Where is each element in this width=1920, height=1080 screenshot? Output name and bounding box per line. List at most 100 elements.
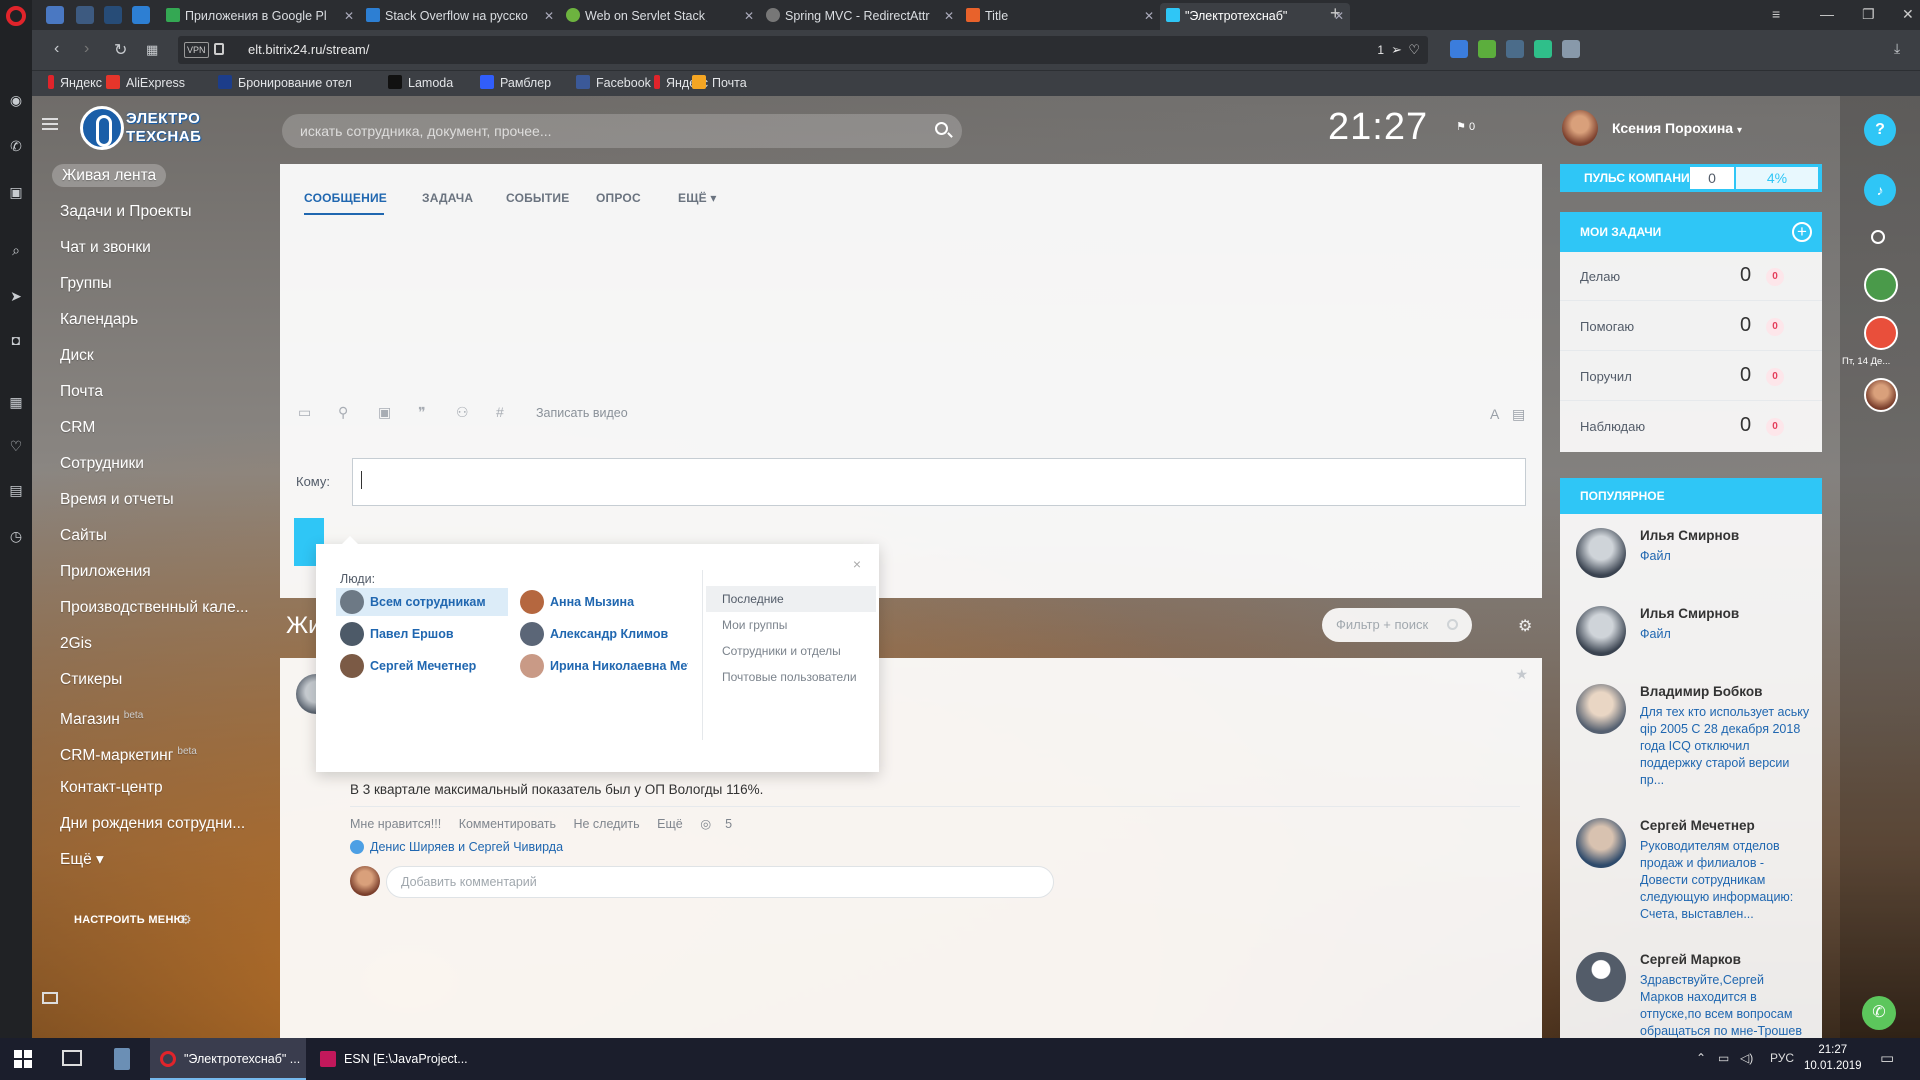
- taskbar-app-opera[interactable]: "Электротехснаб" ...: [150, 1038, 306, 1080]
- menu-item-employees[interactable]: Сотрудники: [52, 446, 272, 482]
- hashtag-icon[interactable]: #: [496, 404, 504, 420]
- person-pavel-ershov[interactable]: Павел Ершов: [336, 620, 508, 648]
- tray-chevron-icon[interactable]: ⌃: [1696, 1051, 1706, 1065]
- task-row-helping[interactable]: Помогаю 0 0: [1560, 302, 1822, 351]
- pinned-tab-4[interactable]: [132, 6, 150, 24]
- close-icon[interactable]: ✕: [344, 3, 354, 30]
- list-item[interactable]: Сергей Мечетнер Руководителям отделов пр…: [1576, 818, 1816, 928]
- whatsapp-icon[interactable]: ✆: [6, 136, 26, 156]
- menu-item-groups[interactable]: Группы: [52, 266, 272, 302]
- new-tab-button[interactable]: +: [1330, 3, 1341, 24]
- windows-start-icon[interactable]: [14, 1050, 32, 1068]
- star-icon[interactable]: ★: [1515, 666, 1528, 683]
- extension-icon-3[interactable]: [1534, 40, 1552, 58]
- search-icon[interactable]: [1447, 619, 1458, 630]
- speed-dial-icon[interactable]: ▦: [146, 42, 158, 58]
- close-icon[interactable]: ✕: [1144, 3, 1154, 30]
- opera-logo-icon[interactable]: [6, 6, 26, 26]
- search-icon[interactable]: ⌕: [6, 240, 26, 260]
- task-row-doing[interactable]: Делаю 0 0: [1560, 252, 1822, 301]
- calculator-icon[interactable]: [114, 1048, 130, 1070]
- avatar[interactable]: [1864, 378, 1898, 412]
- mention-icon[interactable]: ⚇: [456, 404, 469, 421]
- close-icon[interactable]: ✕: [544, 3, 554, 30]
- heart-icon[interactable]: ♡: [6, 436, 26, 456]
- menu-item-crm-marketing[interactable]: CRM-маркетинг beta: [52, 734, 272, 770]
- task-row-assigned[interactable]: Поручил 0 0: [1560, 352, 1822, 401]
- tab-poll[interactable]: ОПРОС: [596, 191, 641, 205]
- bookmark-aliexpress[interactable]: AliExpress: [106, 75, 185, 90]
- send-icon[interactable]: ➤: [6, 286, 26, 306]
- file-icon[interactable]: ▭: [298, 404, 311, 421]
- help-icon[interactable]: ?: [1864, 114, 1896, 146]
- restore-icon[interactable]: ❐: [1862, 6, 1875, 23]
- person-anna-myzina[interactable]: Анна Мызина: [516, 588, 688, 616]
- category-recent[interactable]: Последние: [706, 586, 876, 612]
- tab-elektrotehsnab[interactable]: "Электротехснаб" ✕: [1160, 3, 1350, 30]
- list-item[interactable]: Илья Смирнов Файл: [1576, 528, 1816, 588]
- feed-filter-input[interactable]: Фильтр + поиск: [1322, 608, 1472, 642]
- record-video-button[interactable]: Записать видео: [536, 406, 628, 420]
- tab-stackoverflow[interactable]: Stack Overflow на русско ✕: [360, 3, 560, 30]
- flag-counter[interactable]: ⚑ 0: [1456, 120, 1475, 133]
- company-logo[interactable]: ЭЛЕКТРО ТЕХСНАБ: [80, 106, 220, 152]
- tab-web-servlet[interactable]: Web on Servlet Stack ✕: [560, 3, 760, 30]
- search-icon[interactable]: [1871, 230, 1885, 244]
- window-close-icon[interactable]: ✕: [1902, 6, 1914, 23]
- bookmark-mail[interactable]: Почта: [692, 75, 747, 90]
- bookmark-lamoda[interactable]: Lamoda: [388, 75, 453, 90]
- apps-grid-icon[interactable]: ▦: [6, 392, 26, 412]
- network-icon[interactable]: ▭: [1718, 1051, 1729, 1065]
- bookmark-yandex[interactable]: Яндекс: [48, 75, 102, 90]
- category-departments[interactable]: Сотрудники и отделы: [706, 638, 876, 664]
- header-clock[interactable]: 21:27: [1328, 106, 1428, 149]
- list-item[interactable]: Илья Смирнов Файл: [1576, 606, 1816, 666]
- phone-icon[interactable]: ✆: [1862, 996, 1896, 1030]
- tab-spring-mvc[interactable]: Spring MVC - RedirectAttr ✕: [760, 3, 960, 30]
- person-irina[interactable]: Ирина Николаевна Мет...: [516, 652, 688, 680]
- menu-item-production-calendar[interactable]: Производственный кале...: [52, 590, 272, 626]
- menu-item-time-reports[interactable]: Время и отчеты: [52, 482, 272, 518]
- extension-icon-4[interactable]: [1562, 40, 1580, 58]
- snapshot-icon[interactable]: ➢: [1391, 36, 1402, 64]
- person-all-employees[interactable]: Всем сотрудникам: [336, 588, 508, 616]
- notifications-icon[interactable]: ▭: [1880, 1049, 1894, 1067]
- text-format-icon[interactable]: A: [1490, 406, 1499, 422]
- menu-burger-icon[interactable]: [42, 118, 58, 130]
- vpn-badge[interactable]: VPN: [184, 42, 209, 58]
- tab-google-play[interactable]: Приложения в Google Pl ✕: [160, 3, 360, 30]
- task-row-watching[interactable]: Наблюдаю 0 0: [1560, 402, 1822, 451]
- pinned-tab-2[interactable]: [76, 6, 94, 24]
- close-icon[interactable]: ✕: [944, 3, 954, 30]
- gear-icon[interactable]: ⚙: [180, 912, 192, 928]
- bookmark-rambler[interactable]: Рамблер: [480, 75, 551, 90]
- recipients-input[interactable]: [352, 458, 1526, 506]
- bookmark-facebook[interactable]: Facebook: [576, 75, 651, 90]
- menu-item-mail[interactable]: Почта: [52, 374, 272, 410]
- comment-button[interactable]: Комментировать: [459, 817, 556, 831]
- tab-menu-icon[interactable]: ≡: [1772, 6, 1780, 22]
- news-icon[interactable]: ▤: [6, 480, 26, 500]
- menu-item-chat[interactable]: Чат и звонки: [52, 230, 272, 266]
- tab-message[interactable]: СООБЩЕНИЕ: [304, 191, 387, 205]
- download-extension-icon[interactable]: [1506, 40, 1524, 58]
- configure-menu-button[interactable]: НАСТРОИТЬ МЕНЮ: [74, 914, 185, 926]
- menu-item-live-feed[interactable]: Живая лента: [52, 158, 272, 194]
- avatar[interactable]: [1864, 268, 1898, 302]
- messenger-icon[interactable]: ◉: [6, 90, 26, 110]
- avatar[interactable]: [1562, 110, 1598, 146]
- company-pulse[interactable]: ПУЛЬС КОМПАНИИ 0 4%: [1560, 164, 1822, 192]
- more-button[interactable]: Ещё: [657, 817, 683, 831]
- downloads-icon[interactable]: ⤓: [1894, 40, 1900, 57]
- pinned-tab-1[interactable]: [46, 6, 64, 24]
- search-input[interactable]: [300, 114, 900, 148]
- bell-icon[interactable]: ♪: [1864, 174, 1896, 206]
- menu-item-shop[interactable]: Магазин beta: [52, 698, 272, 734]
- person-alexander-klimov[interactable]: Александр Климов: [516, 620, 688, 648]
- menu-item-contact-center[interactable]: Контакт-центр: [52, 770, 272, 806]
- tab-title[interactable]: Title ✕: [960, 3, 1160, 30]
- forward-icon[interactable]: ›: [84, 40, 89, 58]
- bookmark-booking[interactable]: Бронирование отел: [218, 75, 352, 90]
- unfollow-button[interactable]: Не следить: [573, 817, 639, 831]
- minimize-icon[interactable]: —: [1820, 6, 1834, 22]
